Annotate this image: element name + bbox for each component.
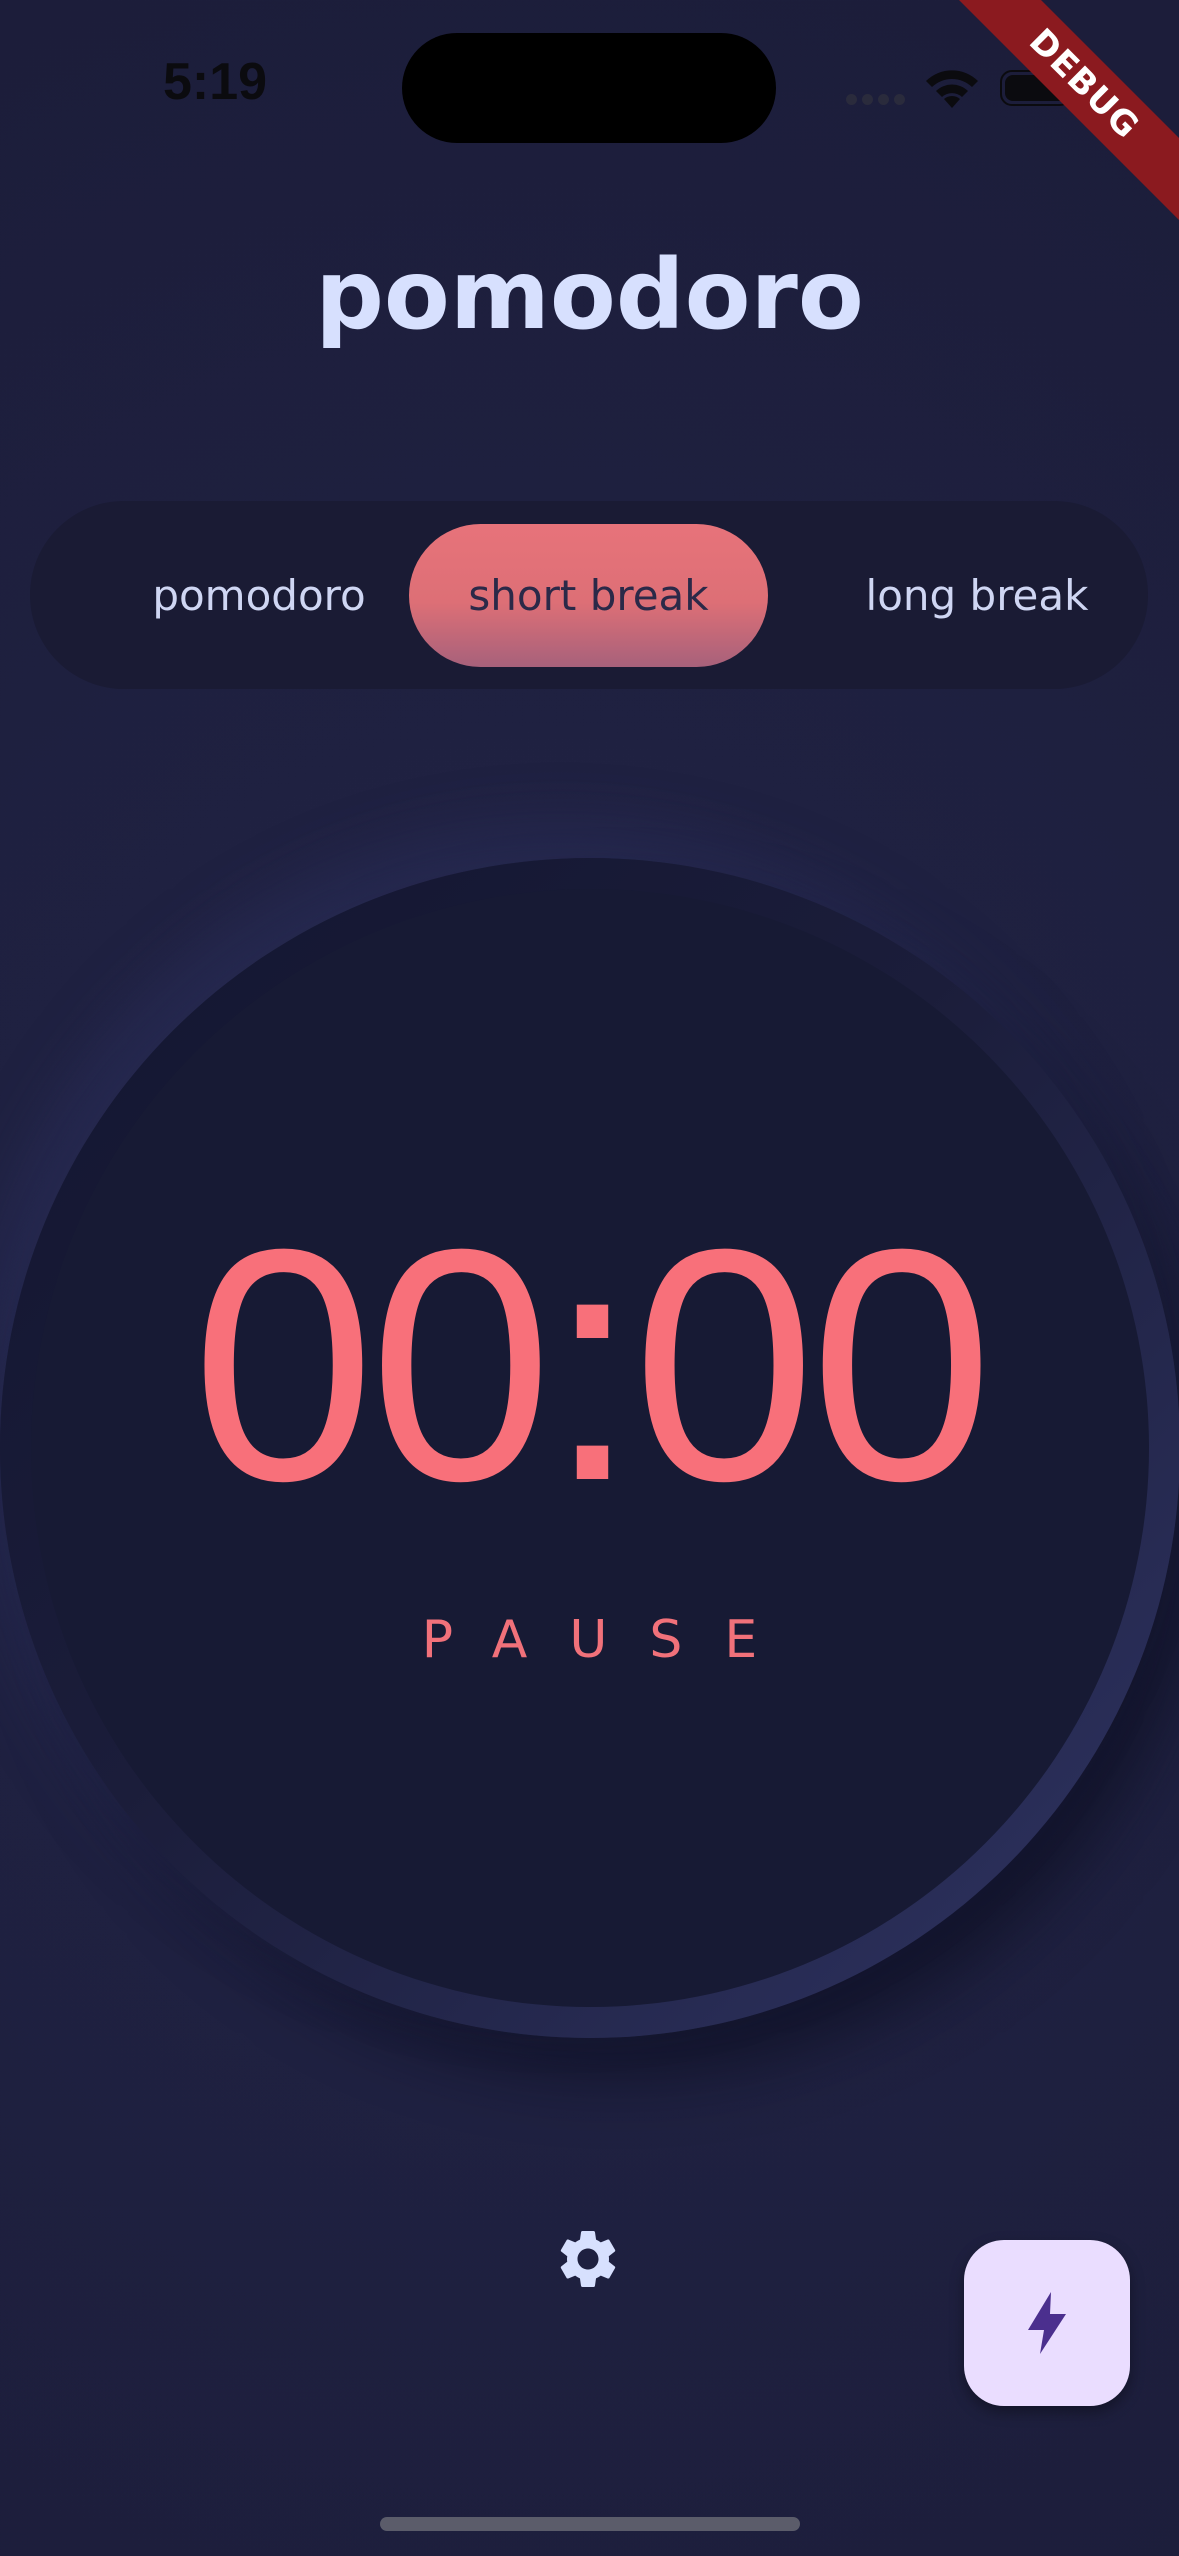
wifi-icon	[926, 70, 978, 108]
bolt-icon	[1028, 2292, 1066, 2354]
gear-icon[interactable]	[553, 2224, 623, 2294]
status-time: 5:19	[162, 53, 268, 111]
home-indicator	[380, 2517, 800, 2531]
cellular-signal-icon	[846, 94, 906, 106]
mode-tab-short-break[interactable]: short break	[409, 524, 768, 667]
app-title: pomodoro	[315, 239, 864, 351]
mode-tab-pomodoro[interactable]: pomodoro	[92, 524, 426, 667]
mode-tab-long-break[interactable]: long break	[792, 524, 1162, 667]
mode-selector: pomodoro short break long break	[30, 501, 1148, 689]
dynamic-island	[402, 33, 776, 143]
pause-button[interactable]: PAUSE	[0, 1605, 1179, 1675]
timer-countdown: 00:00	[191, 1180, 994, 1549]
quick-start-button[interactable]	[964, 2240, 1130, 2406]
